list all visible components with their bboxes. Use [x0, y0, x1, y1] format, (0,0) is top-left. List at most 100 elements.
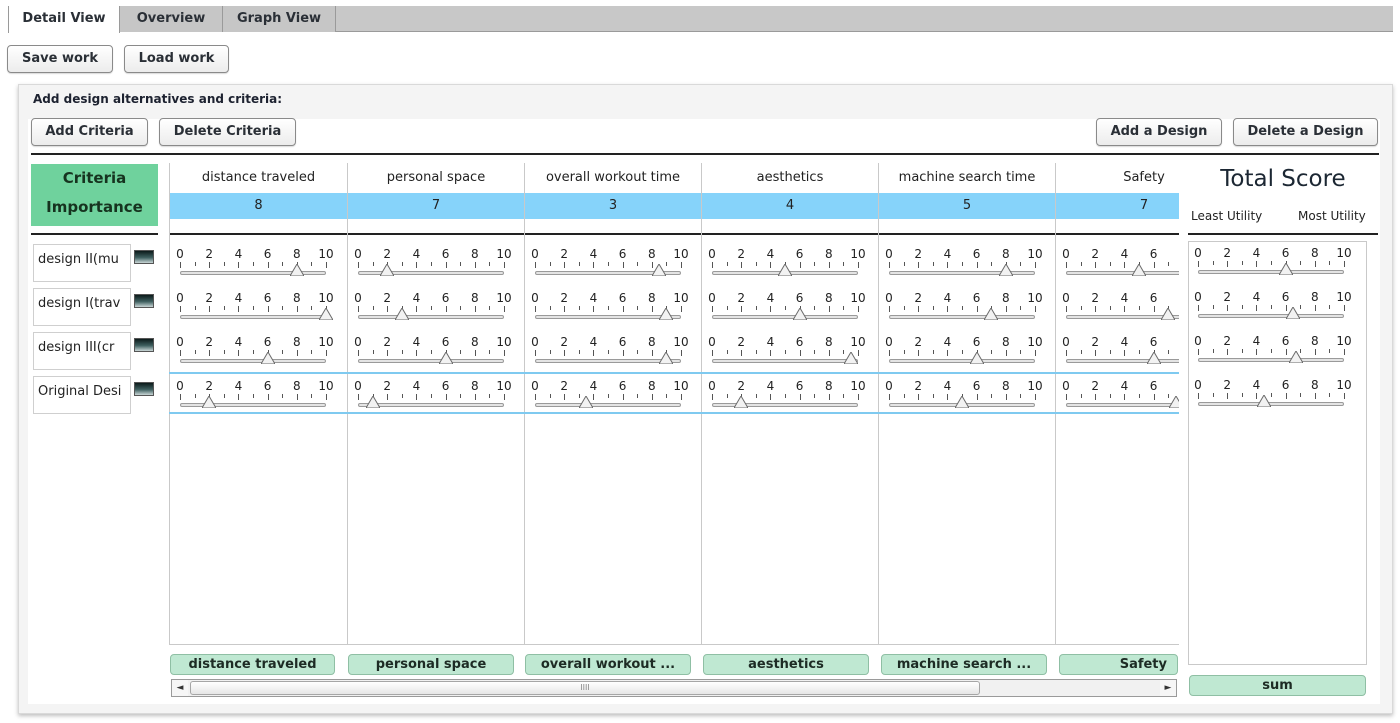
add-criteria-button[interactable]: Add Criteria — [31, 118, 148, 146]
rating-slider[interactable]: 0246810 — [1060, 247, 1179, 287]
slider-track[interactable] — [358, 403, 504, 407]
criteria-name[interactable]: personal space — [348, 164, 524, 192]
slider-track[interactable] — [358, 359, 504, 363]
rating-slider[interactable]: 0246810 — [883, 335, 1043, 375]
scroll-right-icon[interactable]: ► — [1160, 680, 1176, 696]
rating-slider[interactable]: 0246810 — [883, 247, 1043, 287]
rating-slider[interactable]: 0246810 — [883, 291, 1043, 331]
slider-thumb-icon[interactable] — [734, 396, 749, 408]
slider-track[interactable] — [1198, 270, 1344, 274]
slider-track[interactable] — [180, 359, 326, 363]
rating-slider[interactable]: 0246810 — [706, 291, 866, 331]
rating-slider[interactable]: 0246810 — [352, 247, 512, 287]
design-image-icon[interactable] — [134, 250, 154, 264]
slider-thumb-icon[interactable] — [1168, 396, 1180, 408]
horizontal-scrollbar[interactable]: ◄ IIII ► — [171, 679, 1177, 697]
slider-track[interactable] — [889, 315, 1035, 319]
design-image-icon[interactable] — [134, 294, 154, 308]
rating-slider[interactable]: 0246810 — [1060, 335, 1179, 375]
slider-track[interactable] — [712, 359, 858, 363]
slider-thumb-icon[interactable] — [438, 352, 453, 364]
rating-slider[interactable]: 0246810 — [1192, 246, 1352, 286]
design-row[interactable]: design III(cr — [31, 332, 158, 372]
slider-thumb-icon[interactable] — [289, 264, 304, 276]
slider-track[interactable] — [1198, 358, 1344, 362]
slider-track[interactable] — [1066, 359, 1179, 363]
slider-thumb-icon[interactable] — [202, 396, 217, 408]
criteria-column-button[interactable]: distance traveled — [170, 654, 335, 675]
slider-track[interactable] — [358, 315, 504, 319]
slider-track[interactable] — [1066, 271, 1179, 275]
criteria-importance[interactable]: 7 — [1056, 193, 1179, 219]
design-row[interactable]: Original Desi — [31, 376, 158, 416]
criteria-name[interactable]: distance traveled — [170, 164, 347, 192]
slider-track[interactable] — [1066, 403, 1179, 407]
slider-track[interactable] — [889, 271, 1035, 275]
rating-slider[interactable]: 0246810 — [1060, 291, 1179, 331]
rating-slider[interactable]: 0246810 — [1192, 378, 1352, 418]
slider-thumb-icon[interactable] — [260, 352, 275, 364]
rating-slider[interactable]: 0246810 — [174, 247, 334, 287]
slider-track[interactable] — [180, 271, 326, 275]
criteria-column-button[interactable]: Safety — [1059, 654, 1178, 675]
sum-button[interactable]: sum — [1189, 675, 1366, 696]
slider-thumb-icon[interactable] — [778, 264, 792, 276]
rating-slider[interactable]: 0246810 — [529, 247, 689, 287]
slider-thumb-icon[interactable] — [319, 308, 333, 320]
slider-track[interactable] — [1198, 314, 1344, 318]
slider-thumb-icon[interactable] — [365, 396, 380, 408]
slider-thumb-icon[interactable] — [1285, 307, 1300, 319]
design-name-field[interactable]: design II(mu — [33, 244, 131, 282]
tab-overview[interactable]: Overview — [120, 6, 223, 32]
criteria-importance[interactable]: 4 — [702, 193, 878, 219]
rating-slider[interactable]: 0246810 — [352, 291, 512, 331]
slider-thumb-icon[interactable] — [1146, 352, 1161, 364]
criteria-importance[interactable]: 5 — [879, 193, 1055, 219]
tab-detail-view[interactable]: Detail View — [8, 6, 120, 33]
criteria-column-button[interactable]: personal space — [348, 654, 514, 675]
slider-thumb-icon[interactable] — [394, 308, 409, 320]
criteria-name[interactable]: machine search time — [879, 164, 1055, 192]
slider-track[interactable] — [535, 403, 681, 407]
delete-criteria-button[interactable]: Delete Criteria — [159, 118, 296, 146]
criteria-column-button[interactable]: overall workout ... — [525, 654, 691, 675]
slider-thumb-icon[interactable] — [984, 308, 999, 320]
rating-slider[interactable]: 0246810 — [706, 247, 866, 287]
criteria-importance[interactable]: 3 — [525, 193, 701, 219]
slider-track[interactable] — [1198, 402, 1344, 406]
rating-slider[interactable]: 0246810 — [706, 335, 866, 375]
slider-thumb-icon[interactable] — [955, 396, 969, 408]
slider-thumb-icon[interactable] — [843, 352, 858, 364]
design-name-field[interactable]: design I(trav — [33, 288, 131, 326]
design-row[interactable]: design I(trav — [31, 288, 158, 328]
scroll-thumb[interactable]: IIII — [190, 681, 980, 695]
slider-thumb-icon[interactable] — [1288, 351, 1303, 363]
rating-slider[interactable]: 0246810 — [529, 291, 689, 331]
criteria-column-button[interactable]: machine search ... — [881, 654, 1047, 675]
add-design-button[interactable]: Add a Design — [1096, 118, 1222, 146]
rating-slider[interactable]: 0246810 — [529, 335, 689, 375]
slider-thumb-icon[interactable] — [659, 352, 674, 364]
slider-thumb-icon[interactable] — [1132, 264, 1146, 276]
criteria-name[interactable]: overall workout time — [525, 164, 701, 192]
slider-thumb-icon[interactable] — [969, 352, 984, 364]
tab-graph-view[interactable]: Graph View — [223, 6, 336, 32]
slider-thumb-icon[interactable] — [792, 308, 807, 320]
delete-design-button[interactable]: Delete a Design — [1233, 118, 1378, 146]
rating-slider[interactable]: 0246810 — [174, 335, 334, 375]
slider-thumb-icon[interactable] — [579, 396, 594, 408]
criteria-importance[interactable]: 8 — [170, 193, 347, 219]
save-work-button[interactable]: Save work — [7, 45, 113, 73]
design-image-icon[interactable] — [134, 338, 154, 352]
slider-thumb-icon[interactable] — [1256, 395, 1271, 407]
criteria-name[interactable]: aesthetics — [702, 164, 878, 192]
criteria-name[interactable]: Safety — [1056, 164, 1179, 192]
design-image-icon[interactable] — [134, 382, 154, 396]
rating-slider[interactable]: 0246810 — [174, 291, 334, 331]
design-name-field[interactable]: Original Desi — [33, 376, 131, 414]
slider-track[interactable] — [889, 359, 1035, 363]
criteria-column-button[interactable]: aesthetics — [703, 654, 869, 675]
rating-slider[interactable]: 0246810 — [352, 335, 512, 375]
design-name-field[interactable]: design III(cr — [33, 332, 131, 370]
slider-thumb-icon[interactable] — [1161, 308, 1176, 320]
